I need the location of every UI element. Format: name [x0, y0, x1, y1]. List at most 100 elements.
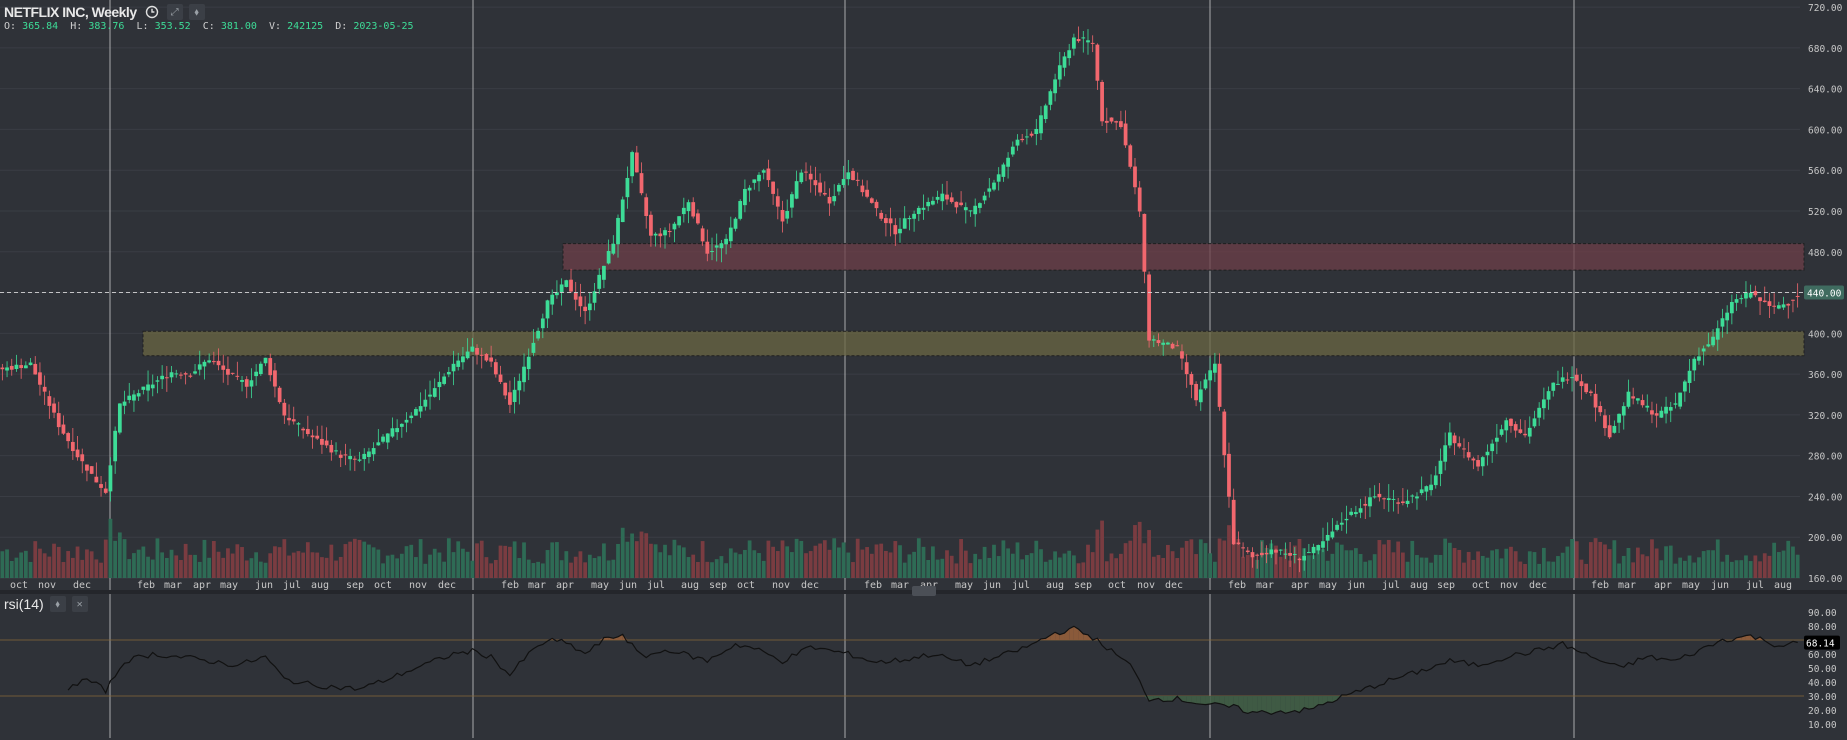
- volume-bar: [1443, 538, 1448, 578]
- candle-body: [254, 371, 259, 377]
- x-tick-label: may: [220, 580, 238, 591]
- rsi-y-tick-label: 10.00: [1808, 720, 1837, 731]
- candle-body: [1499, 429, 1504, 435]
- candle-body: [1109, 117, 1114, 122]
- volume-bar: [1166, 544, 1170, 578]
- volume-bar: [296, 551, 301, 578]
- drop-icon[interactable]: ⬧: [49, 596, 66, 612]
- rsi-oversold-fill: [1205, 696, 1211, 705]
- volume-bar: [122, 539, 127, 578]
- x-tick-label: sep: [709, 580, 727, 591]
- rsi-current-label: 68.14: [1806, 639, 1835, 650]
- expand-icon[interactable]: ⤢: [166, 4, 183, 20]
- rsi-oversold-fill: [1247, 696, 1253, 714]
- volume-bar: [799, 540, 804, 578]
- volume-bar: [5, 549, 9, 578]
- volume-bar: [1767, 555, 1772, 578]
- candle-body: [442, 376, 447, 384]
- candle-body: [1570, 377, 1574, 379]
- volume-bar: [47, 556, 52, 578]
- x-tick-label: dec: [73, 580, 91, 591]
- candle-body: [1147, 274, 1151, 341]
- volume-bar: [851, 562, 855, 578]
- volume-bar: [822, 540, 827, 578]
- volume-bar: [639, 531, 644, 578]
- drop-icon[interactable]: ⬧: [188, 4, 205, 20]
- candle-body: [1429, 484, 1433, 491]
- volume-bar: [1762, 553, 1767, 578]
- candle-body: [573, 292, 578, 300]
- volume-bar: [945, 550, 949, 578]
- candle-body: [1598, 405, 1603, 413]
- candle-body: [1527, 427, 1532, 437]
- volume-bar: [1537, 563, 1542, 578]
- candle-body: [70, 441, 75, 452]
- candle-body: [1725, 312, 1730, 321]
- volume-bar: [254, 552, 259, 578]
- candle-body: [1114, 121, 1119, 123]
- volume-bar: [1701, 551, 1706, 578]
- candle-body: [1001, 164, 1006, 177]
- candle-body: [531, 342, 536, 353]
- close-icon[interactable]: ✕: [71, 596, 88, 612]
- volume-bar: [1523, 563, 1527, 578]
- clock-icon[interactable]: [143, 4, 161, 20]
- volume-bar: [277, 547, 282, 578]
- volume-bar: [1217, 538, 1222, 578]
- volume-bar: [1410, 540, 1415, 578]
- volume-bar: [1776, 552, 1781, 578]
- candle-body: [348, 456, 353, 460]
- volume-bar: [1494, 549, 1499, 578]
- volume-bar: [498, 545, 503, 578]
- volume-bar: [136, 549, 141, 578]
- volume-bar: [42, 553, 47, 578]
- volume-bar: [620, 527, 625, 578]
- y-tick-label: 320.00: [1808, 411, 1843, 422]
- chart-canvas[interactable]: 720.00 680.00 640.00 600.00 560.00 520.00 480.…: [0, 0, 1847, 740]
- panel-resize-handle[interactable]: [912, 586, 936, 596]
- volume-bar: [1072, 555, 1076, 578]
- volume-bar: [1598, 541, 1603, 578]
- volume-bar: [1603, 544, 1607, 578]
- volume-bar: [1447, 542, 1452, 578]
- candle-body: [291, 419, 296, 422]
- candle-body: [841, 178, 846, 186]
- volume-bar: [1791, 546, 1795, 578]
- volume-bar: [1081, 562, 1086, 578]
- candle-body: [771, 181, 775, 194]
- candle-body: [945, 194, 949, 200]
- volume-bar: [1048, 559, 1053, 578]
- x-tick-label: jul: [647, 580, 665, 591]
- volume-bar: [1010, 553, 1015, 578]
- volume-bar: [931, 546, 935, 578]
- volume-bar: [428, 554, 432, 578]
- volume-bar: [1786, 540, 1791, 578]
- candle-body: [790, 194, 794, 208]
- volume-bar: [235, 544, 240, 578]
- candle-body: [9, 365, 14, 370]
- candle-body: [1203, 379, 1208, 389]
- x-tick-label: nov: [772, 580, 790, 591]
- candle-body: [1424, 486, 1429, 492]
- volume-bar: [1114, 558, 1119, 578]
- candle-body: [475, 347, 479, 355]
- candle-body: [1260, 552, 1264, 556]
- candle-body: [226, 368, 230, 375]
- x-tick-label: oct: [374, 580, 392, 591]
- candle-body: [343, 454, 348, 456]
- candle-body: [569, 279, 573, 292]
- candle-body: [1457, 443, 1462, 447]
- candle-body: [893, 225, 898, 235]
- candle-body: [1104, 120, 1109, 123]
- volume-bar: [305, 542, 310, 578]
- candle-body: [423, 399, 428, 407]
- volume-bar: [1208, 553, 1213, 578]
- volume-bar: [531, 563, 536, 578]
- candle-body: [1692, 358, 1697, 371]
- volume-bar: [987, 557, 992, 578]
- candle-body: [352, 458, 357, 460]
- candle-body: [559, 284, 564, 292]
- candle-body: [1744, 292, 1748, 299]
- volume-bar: [1245, 554, 1250, 578]
- ohlc-readout: O: 365.84 H: 383.76 L: 353.52 C: 381.00 …: [4, 21, 414, 32]
